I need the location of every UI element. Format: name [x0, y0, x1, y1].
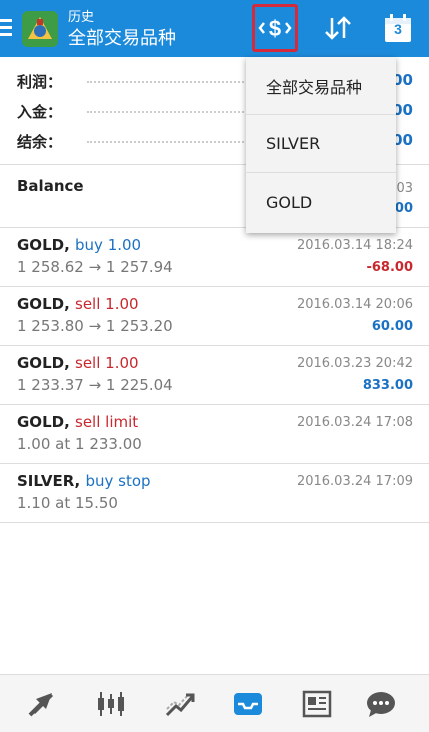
summary-label: 入金： [17, 103, 63, 121]
summary-label: 利润： [17, 73, 63, 91]
order-action: sell limit [75, 413, 139, 431]
history-row[interactable]: GOLD, buy 1.00 1 258.62 → 1 257.94 2016.… [0, 228, 429, 287]
symbol-filter-icon: $ [258, 16, 292, 41]
calendar-button[interactable]: 3 [378, 8, 418, 48]
sort-icon [325, 16, 351, 40]
order-symbol-line: GOLD, sell 1.00 [17, 295, 139, 313]
nav-quotes-button[interactable] [24, 687, 60, 721]
order-action: buy stop [85, 472, 151, 490]
history-row[interactable]: GOLD, sell 1.00 1 253.80 → 1 253.20 2016… [0, 287, 429, 346]
order-symbol-line: GOLD, sell 1.00 [17, 354, 139, 372]
nav-chart-button[interactable] [93, 687, 129, 721]
order-symbol: GOLD, [17, 354, 70, 372]
order-profit: 60.00 [371, 319, 413, 334]
order-symbol: GOLD, [17, 295, 70, 313]
nav-chat-button[interactable] [363, 687, 399, 721]
order-price: 1 253.80 → 1 253.20 [17, 317, 173, 335]
dropdown-item-all-symbols[interactable]: 全部交易品种 [246, 57, 396, 115]
page-title[interactable]: 全部交易品种 [68, 24, 176, 50]
dropdown-item-silver[interactable]: SILVER [246, 115, 396, 173]
app-logo-icon[interactable] [22, 11, 58, 47]
summary-label: 结余： [17, 133, 63, 151]
news-icon [302, 690, 332, 718]
history-icon [234, 693, 262, 715]
trade-icon [165, 693, 195, 717]
page-subtitle: 历史 [68, 10, 95, 25]
history-row[interactable]: GOLD, sell 1.00 1 233.37 → 1 225.04 2016… [0, 346, 429, 405]
order-symbol: SILVER, [17, 472, 81, 490]
order-symbol-line: SILVER, buy stop [17, 472, 151, 490]
nav-news-button[interactable] [299, 687, 335, 721]
order-action: buy 1.00 [75, 236, 142, 254]
order-action: sell 1.00 [75, 354, 139, 372]
menu-icon[interactable] [0, 19, 14, 37]
order-time: 2016.03.14 20:06 [296, 297, 413, 312]
history-row[interactable]: GOLD, sell limit 1.00 at 1 233.00 2016.0… [0, 405, 429, 464]
order-action: sell 1.00 [75, 295, 139, 313]
balance-label: Balance [17, 177, 84, 195]
bottom-nav [0, 674, 429, 732]
nav-trade-button[interactable] [162, 687, 198, 721]
quotes-icon [28, 693, 54, 717]
app-header: 历史 全部交易品种 $ 3 [0, 0, 429, 57]
order-symbol: GOLD, [17, 236, 70, 254]
symbol-filter-button[interactable]: $ [252, 4, 298, 52]
order-profit: 833.00 [362, 378, 413, 393]
sort-button[interactable] [318, 8, 358, 48]
nav-history-button[interactable] [230, 687, 266, 721]
order-symbol-line: GOLD, sell limit [17, 413, 138, 431]
order-price: 1 233.37 → 1 225.04 [17, 376, 173, 394]
symbol-dropdown-menu: 全部交易品种 SILVER GOLD [246, 57, 396, 233]
history-row[interactable]: SILVER, buy stop 1.10 at 15.50 2016.03.2… [0, 464, 429, 523]
order-time: 2016.03.24 17:08 [296, 415, 413, 430]
chart-icon [98, 692, 124, 716]
order-symbol-line: GOLD, buy 1.00 [17, 236, 141, 254]
calendar-day-label: 3 [394, 21, 402, 37]
dropdown-item-gold[interactable]: GOLD [246, 173, 396, 231]
order-time: 2016.03.24 17:09 [296, 474, 413, 489]
order-symbol: GOLD, [17, 413, 70, 431]
order-price: 1.10 at 15.50 [17, 494, 118, 512]
order-time: 2016.03.23 20:42 [296, 356, 413, 371]
chat-icon [367, 692, 395, 717]
order-price: 1 258.62 → 1 257.94 [17, 258, 173, 276]
order-time: 2016.03.14 18:24 [296, 238, 413, 253]
svg-text:$: $ [269, 16, 281, 41]
order-profit: -68.00 [366, 260, 413, 275]
order-price: 1.00 at 1 233.00 [17, 435, 142, 453]
